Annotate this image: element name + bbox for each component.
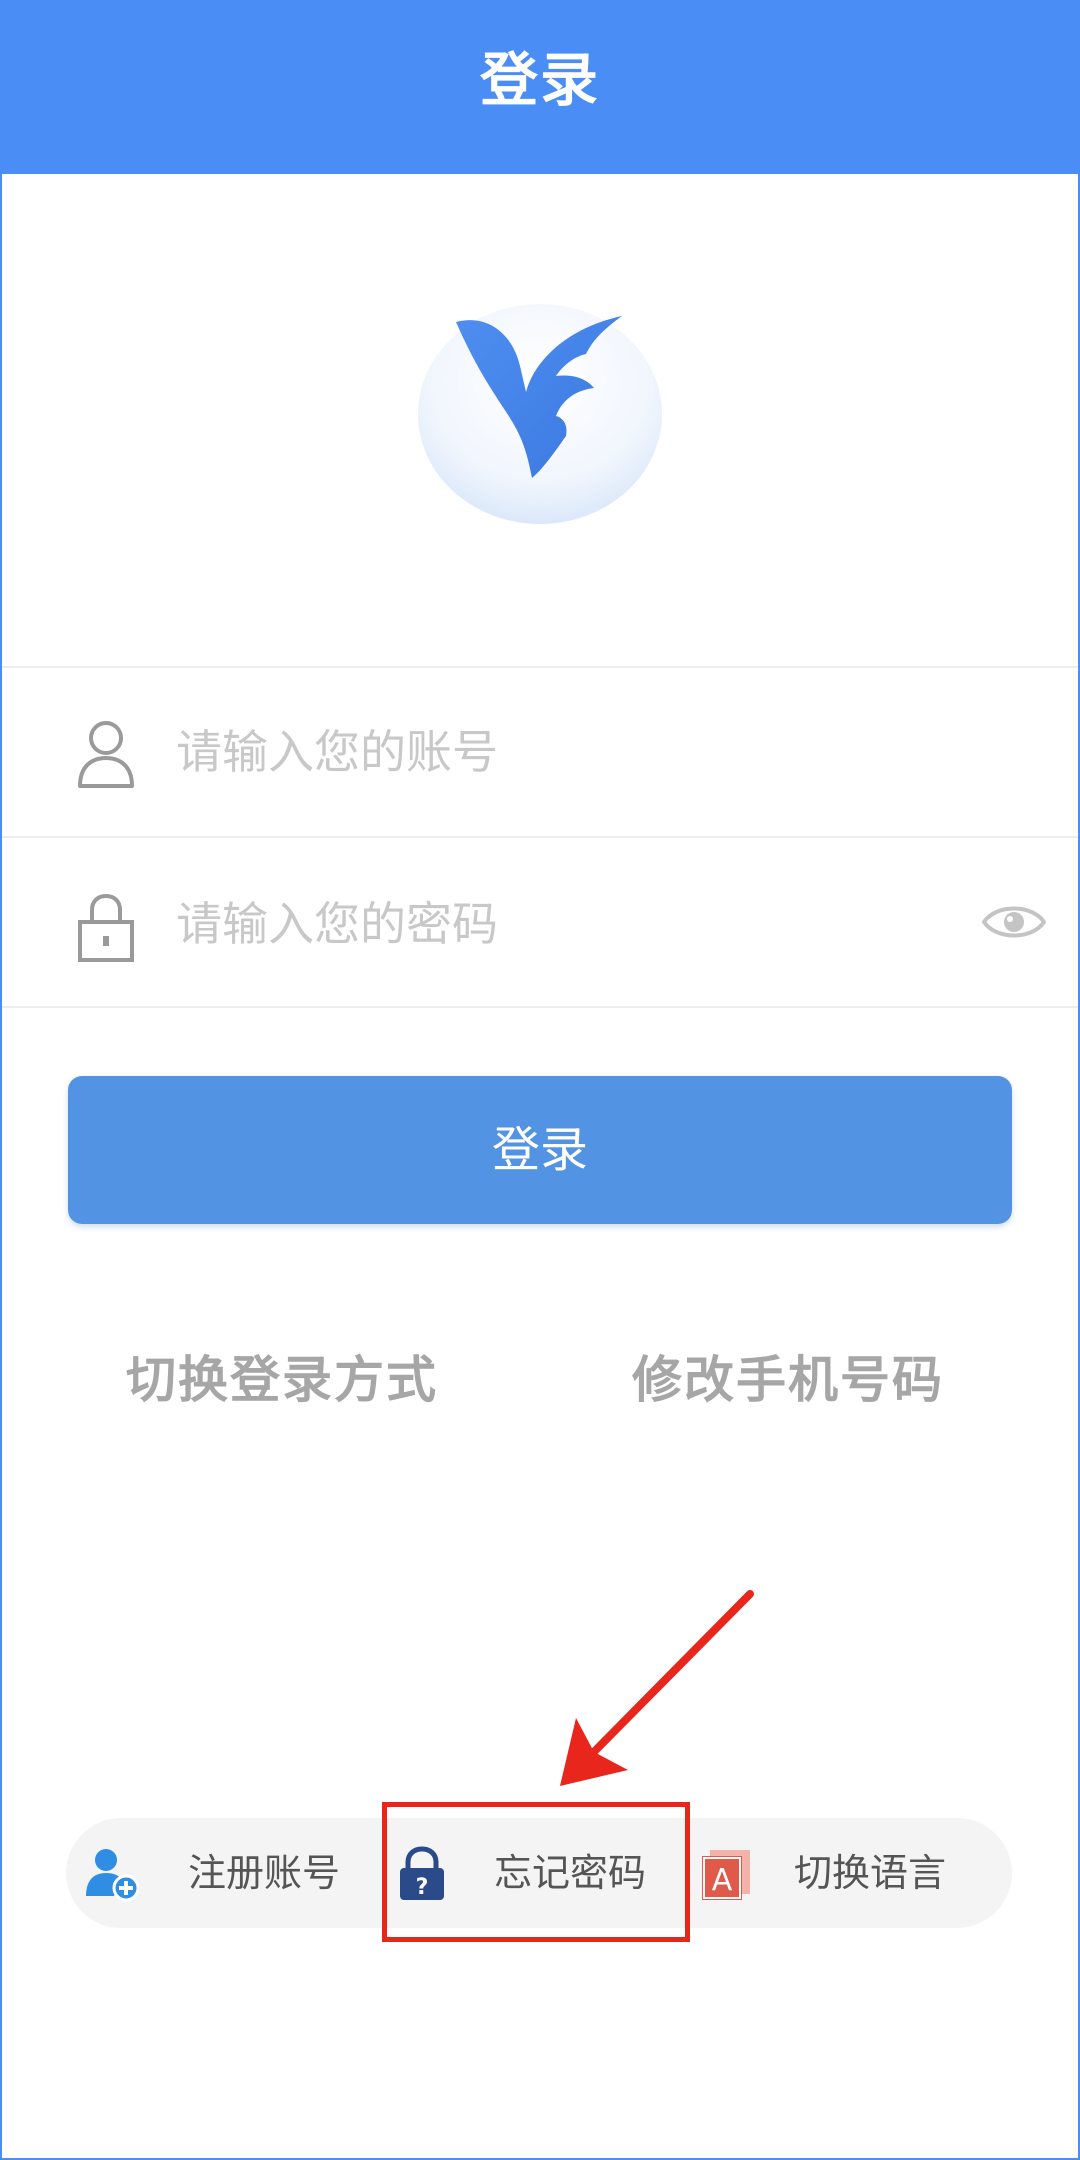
- register-account-button[interactable]: 注册账号: [66, 1818, 376, 1928]
- page-title: 登录: [479, 46, 600, 114]
- switch-language-label: 切换语言: [794, 1851, 947, 1895]
- forgot-password-button[interactable]: ? 忘记密码: [386, 1818, 686, 1928]
- annotation-arrow-icon: [560, 1590, 754, 1786]
- account-input[interactable]: [176, 712, 956, 792]
- lock-icon: [78, 893, 134, 962]
- change-phone-link[interactable]: 修改手机号码: [632, 1344, 944, 1416]
- password-row: [0, 838, 1080, 1006]
- eye-icon[interactable]: [982, 898, 1046, 946]
- feishu-bird-logo-icon: [418, 304, 662, 524]
- account-row: [0, 668, 1080, 836]
- language-a-icon: A: [702, 1850, 750, 1900]
- register-account-label: 注册账号: [188, 1851, 341, 1895]
- password-divider: [0, 1006, 1080, 1008]
- forgot-password-label: 忘记密码: [494, 1851, 647, 1895]
- login-button[interactable]: 登录: [68, 1076, 1012, 1224]
- add-user-icon: [86, 1849, 140, 1902]
- svg-text:?: ?: [416, 1875, 429, 1900]
- password-input[interactable]: [176, 884, 956, 964]
- svg-text:A: A: [712, 1863, 733, 1898]
- switch-login-method-link[interactable]: 切换登录方式: [126, 1344, 438, 1416]
- user-icon: [78, 721, 134, 788]
- lock-question-icon: ?: [400, 1846, 444, 1900]
- switch-language-button[interactable]: A 切换语言: [690, 1818, 1012, 1928]
